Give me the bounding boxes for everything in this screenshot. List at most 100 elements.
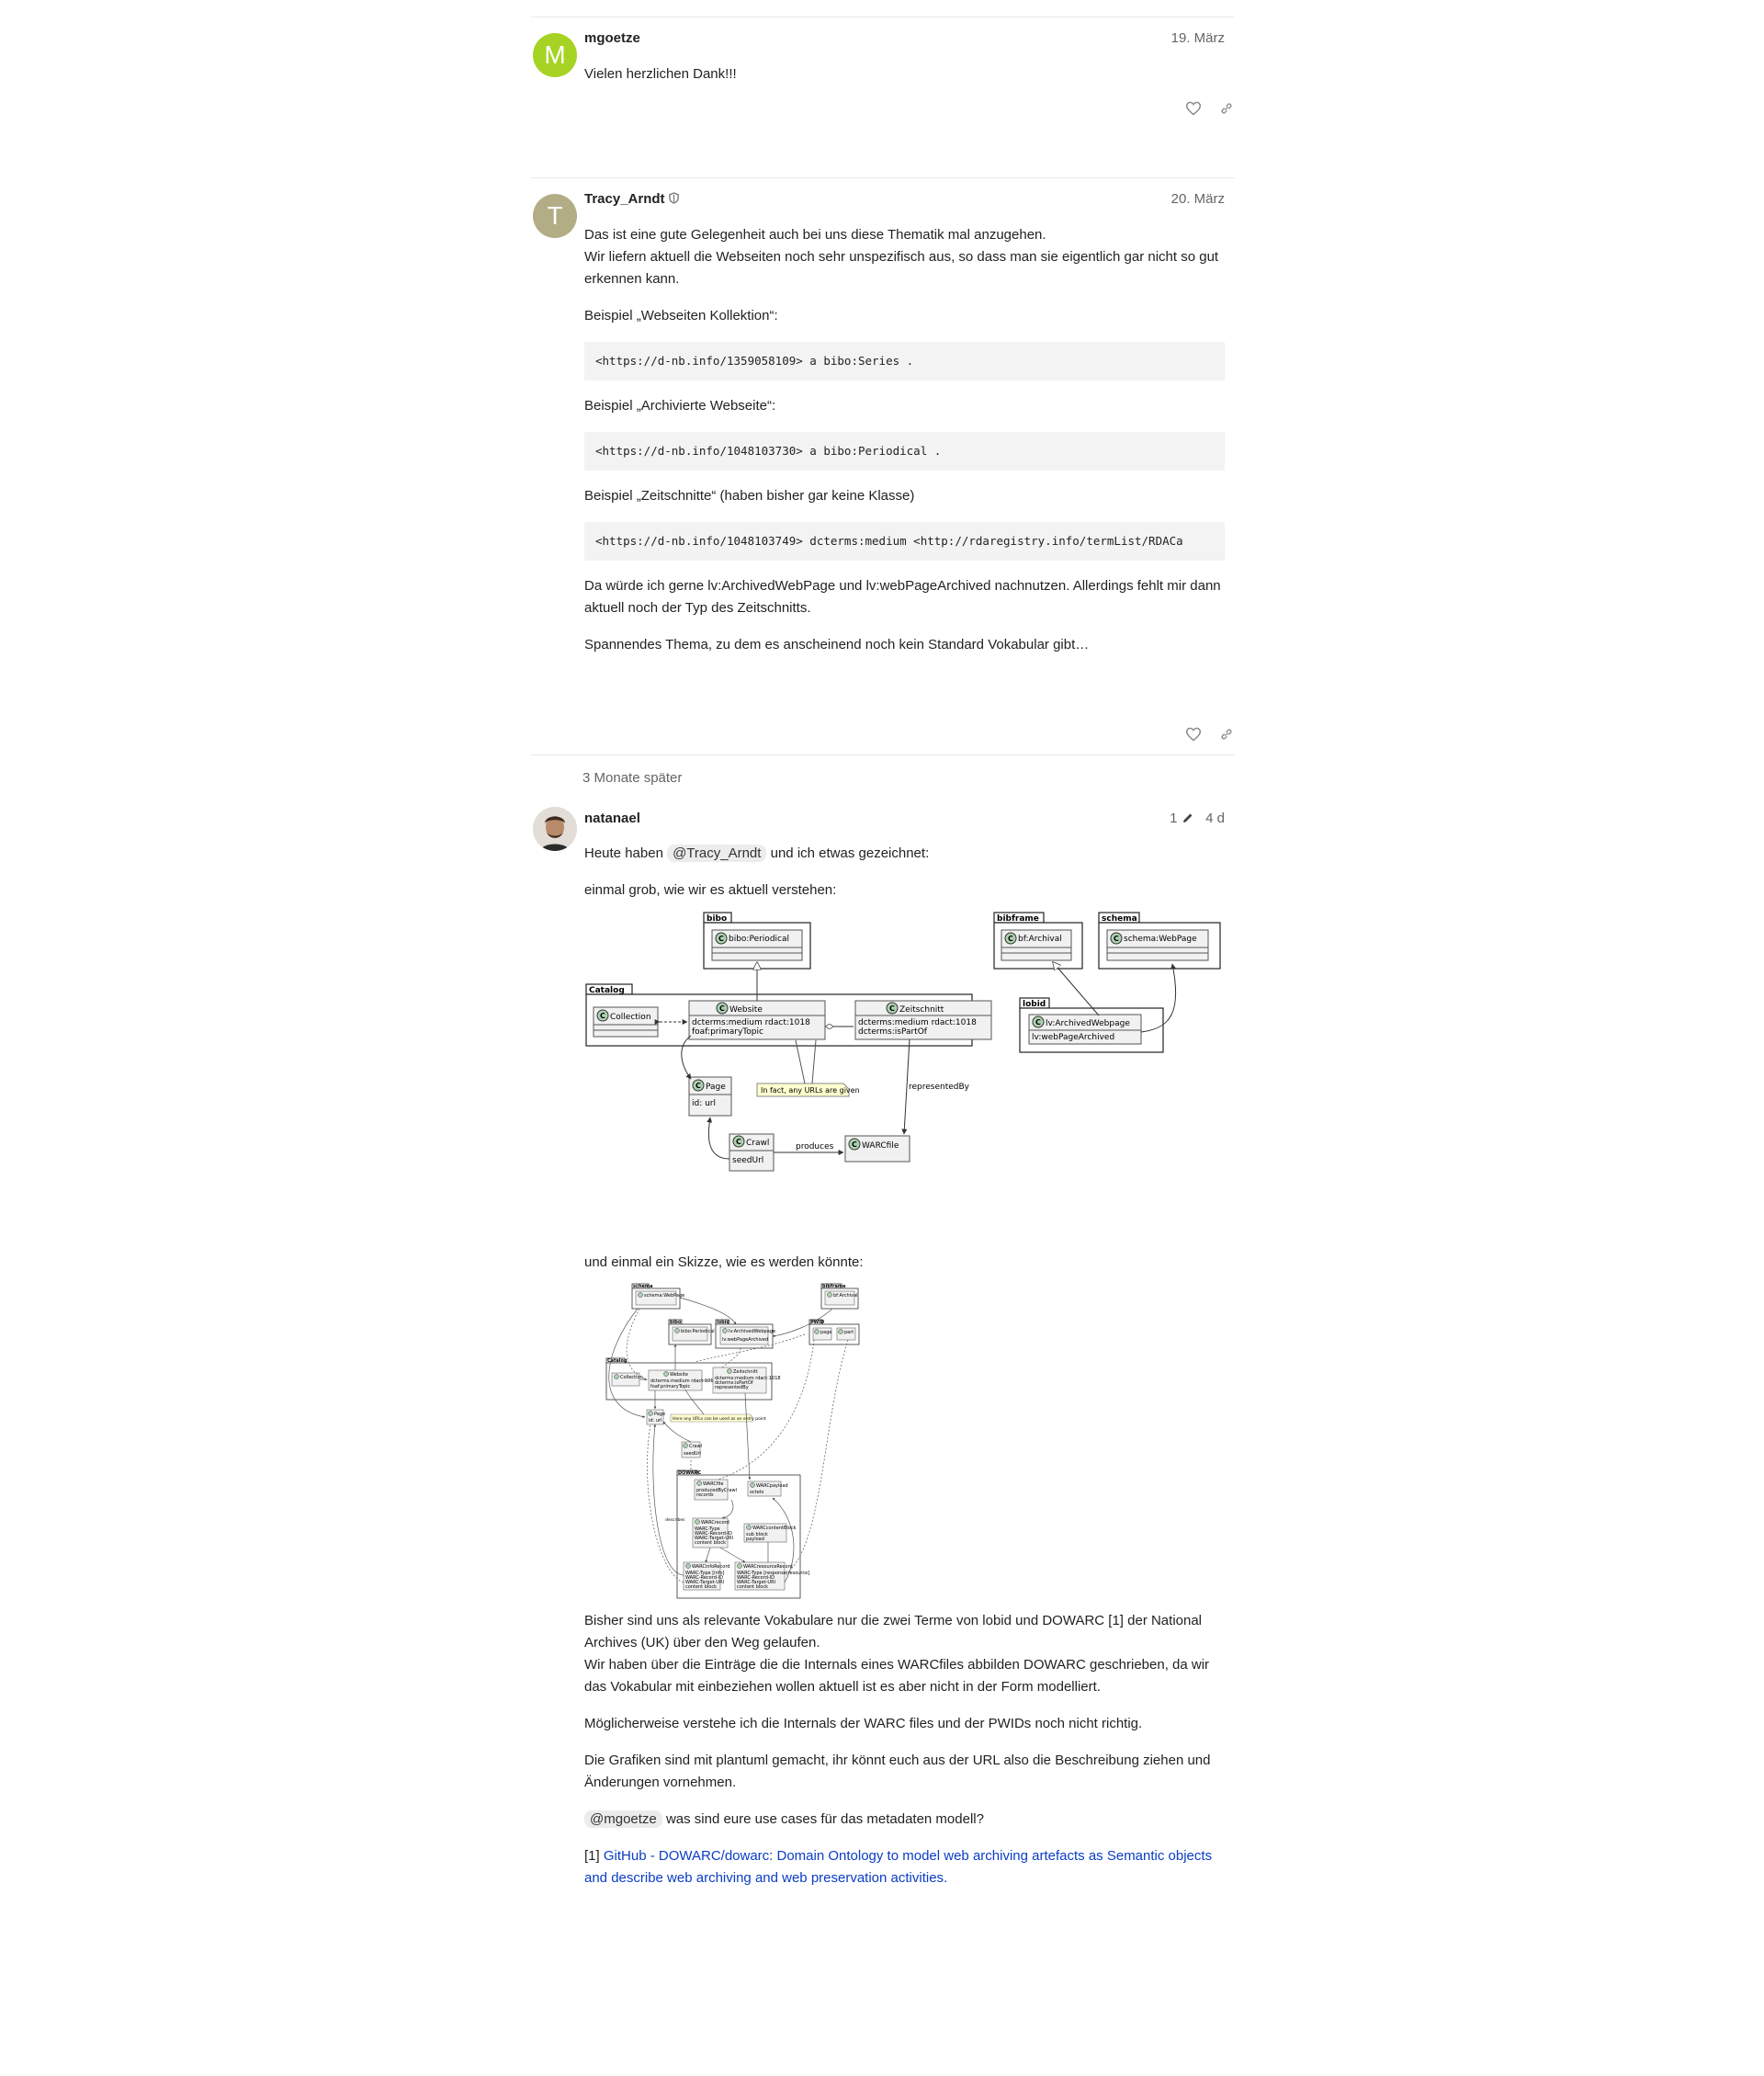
svg-text:WARCpayload: WARCpayload [756,1483,788,1489]
svg-text:dcterms:medium rdact:1018: dcterms:medium rdact:1018 [692,1018,810,1027]
paragraph-text: und ich etwas gezeichnet: [770,845,930,861]
paragraph-line: Wir liefern aktuell die Webseiten noch s… [584,249,1219,287]
avatar[interactable] [533,807,577,851]
package-bibframe: bibframe C bf:Archival [993,912,1083,970]
heart-icon [1185,101,1202,116]
svg-text:payload: payload [746,1537,764,1542]
svg-text:Website: Website [670,1372,688,1378]
svg-text:bf:Archival: bf:Archival [833,1293,858,1299]
svg-text:Catalog: Catalog [589,986,625,995]
svg-text:seedUrl: seedUrl [732,1156,763,1165]
svg-text:Collection: Collection [610,1013,651,1022]
post-paragraph: @mgoetze was sind eure use cases für das… [584,1809,1225,1831]
user-mention[interactable]: @mgoetze [584,1810,662,1828]
post-date[interactable]: 20. März [1171,191,1225,207]
svg-text:foaf:primaryTopic: foaf:primaryTopic [650,1384,691,1390]
topic-thread: M mgoetze 19. März Vielen herzlichen Dan… [531,17,1235,1904]
svg-text:octets: octets [750,1490,764,1495]
paragraph-text: Heute haben [584,845,663,861]
svg-text:page: page [820,1330,832,1335]
post-paragraph: Da würde ich gerne lv:ArchivedWebPage un… [584,578,1221,616]
post-paragraph: Vielen herzlichen Dank!!! [584,66,737,82]
username-text[interactable]: Tracy_Arndt [584,191,665,207]
svg-text:WARCresourceRecord: WARCresourceRecord [743,1564,793,1570]
svg-text:C: C [736,1138,741,1146]
svg-text:describes: describes [665,1517,685,1523]
svg-text:C: C [718,935,724,943]
time-gap: 3 Monate später [531,754,1235,804]
post-username[interactable]: Tracy_Arndt [584,191,679,207]
code-block[interactable]: <https://d-nb.info/1048103749> dcterms:m… [584,522,1225,561]
example-label: Beispiel „Zeitschnitte“ (haben bisher ga… [584,488,915,504]
post-paragraph: [1] GitHub - DOWARC/dowarc: Domain Ontol… [584,1845,1225,1889]
edit-count[interactable]: 1 [1170,811,1177,826]
post-username[interactable]: mgoetze [584,30,640,46]
svg-text:content block: content block [695,1540,726,1546]
post-content: Das ist eine gute Gelegenheit auch bei u… [584,224,1225,656]
code-block[interactable]: <https://d-nb.info/1048103730> a bibo:Pe… [584,432,1225,471]
svg-text:C: C [719,1004,725,1013]
svg-text:lv:ArchivedWebpage: lv:ArchivedWebpage [729,1329,775,1334]
svg-text:C: C [1035,1018,1041,1027]
svg-text:C: C [889,1004,895,1013]
reference-marker: [1] [584,1848,600,1864]
svg-text:WARCrecord: WARCrecord [701,1520,729,1526]
post-paragraph: Heute haben @Tracy_Arndt und ich etwas g… [584,843,1225,865]
paragraph-line: Wir haben über die Einträge die die Inte… [584,1657,1210,1695]
post-date[interactable]: 19. März [1171,30,1225,46]
svg-text:dcterms:medium rdact:1018: dcterms:medium rdact:1018 [858,1018,977,1027]
svg-text:seedUrl: seedUrl [684,1451,701,1457]
svg-text:bibo:Periodical: bibo:Periodical [681,1329,715,1334]
svg-text:Website: Website [729,1005,763,1015]
link-icon [1221,103,1232,114]
share-link-button[interactable] [1213,95,1240,122]
share-link-button[interactable] [1213,720,1240,748]
svg-text:schema: schema [633,1284,652,1289]
post-paragraph: Bisher sind uns als relevante Vokabulare… [584,1610,1225,1698]
post-meta: 1 4 d [1170,811,1225,826]
svg-text:Page: Page [706,1083,726,1092]
post-content: Vielen herzlichen Dank!!! [584,63,1225,85]
uml-diagram-current[interactable]: bibo C bibo:Periodical bibframe C bf:Arc… [584,909,1225,1244]
pencil-icon[interactable] [1182,811,1194,824]
svg-text:foaf:primaryTopic: foaf:primaryTopic [692,1027,763,1037]
post-natanael: natanael 1 4 d Heute haben @Tracy_Arndt … [531,804,1235,1889]
package-bibo: bibo C bibo:Periodical [703,912,811,970]
avatar-photo [533,807,577,851]
svg-text:Crawl: Crawl [746,1139,769,1148]
svg-text:DOWARC: DOWARC [678,1470,701,1476]
like-button[interactable] [1180,95,1207,122]
svg-text:WARCfile: WARCfile [703,1481,723,1487]
post-date[interactable]: 4 d [1205,811,1225,826]
avatar[interactable]: M [533,33,577,77]
svg-text:WARCinfoRecord: WARCinfoRecord [692,1564,729,1570]
svg-text:WARCfile: WARCfile [862,1141,899,1151]
uml-diagram-proposed[interactable]: schema schema:WebPage bibframe bf:Archiv… [584,1279,1225,1603]
svg-text:Here any URLs can be used as a: Here any URLs can be used as an entry po… [673,1416,766,1422]
svg-text:C: C [1114,935,1119,943]
svg-text:bibo:Periodical: bibo:Periodical [729,935,789,944]
example-label: Beispiel „Webseiten Kollektion“: [584,308,778,323]
note: In fact, any URLs are given [756,1083,860,1097]
svg-text:representedBy: representedBy [909,1083,970,1092]
post-content: Heute haben @Tracy_Arndt und ich etwas g… [584,843,1225,1889]
svg-text:bibframe: bibframe [997,914,1039,924]
class-warcfile: C WARCfile [844,1135,910,1163]
dowarc-github-link[interactable]: GitHub - DOWARC/dowarc: Domain Ontology … [584,1848,1212,1886]
post-username[interactable]: natanael [584,811,640,826]
code-block[interactable]: <https://d-nb.info/1359058109> a bibo:Se… [584,342,1225,380]
post-paragraph: Möglicherweise verstehe ich die Internal… [584,1716,1143,1731]
user-mention[interactable]: @Tracy_Arndt [667,845,767,862]
svg-text:lv:webPageArchived: lv:webPageArchived [722,1337,768,1343]
like-button[interactable] [1180,720,1207,748]
avatar[interactable]: T [533,194,577,238]
svg-text:lv:ArchivedWebpage: lv:ArchivedWebpage [1046,1019,1130,1028]
svg-text:WARCcontentBlock: WARCcontentBlock [752,1526,797,1531]
svg-text:lobid: lobid [1023,1000,1046,1009]
svg-text:C: C [600,1012,605,1020]
svg-text:C: C [852,1140,857,1149]
svg-text:produces: produces [796,1142,834,1151]
svg-text:content block: content block [685,1584,717,1590]
post-paragraph: Die Grafiken sind mit plantuml gemacht, … [584,1753,1211,1790]
post-actions [1125,95,1235,131]
